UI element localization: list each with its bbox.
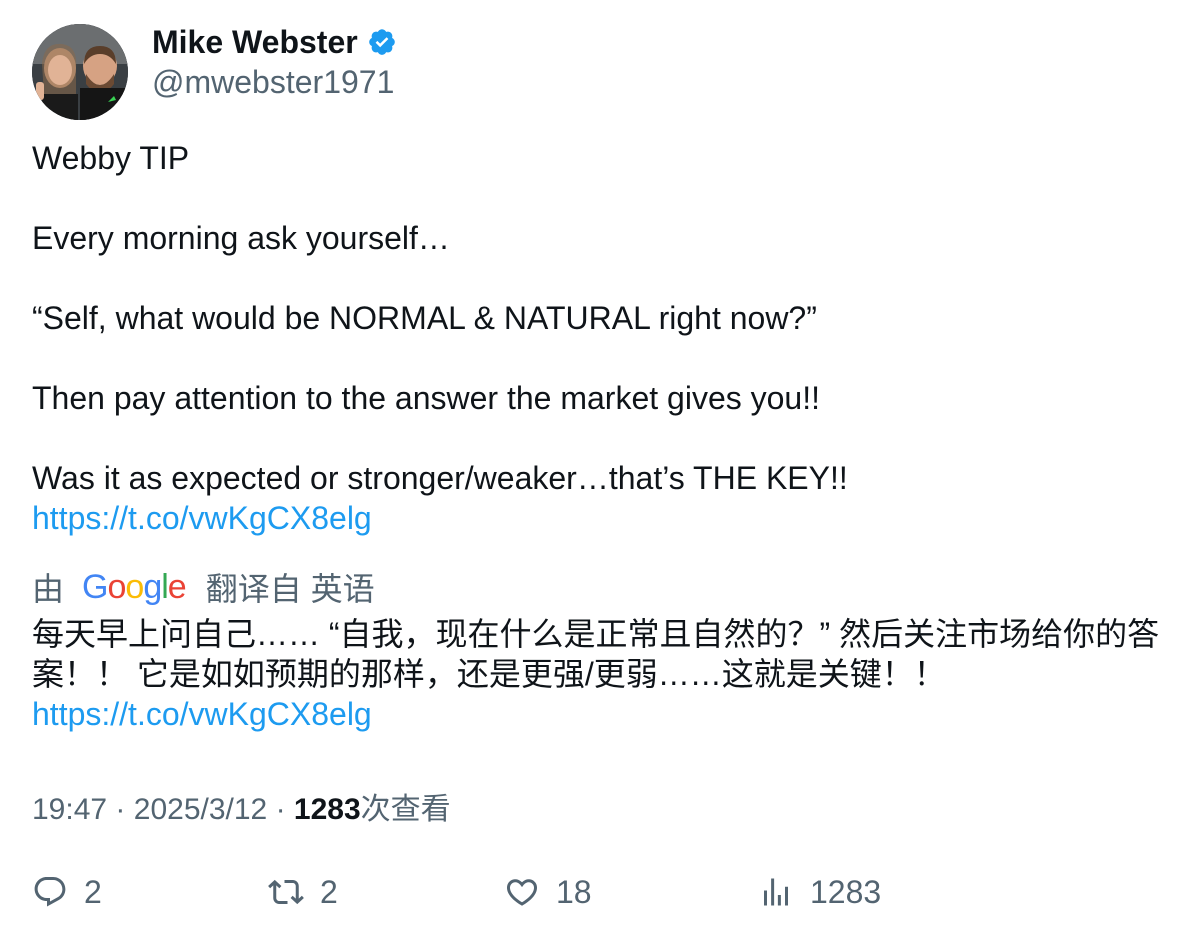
tweet-text: Webby TIP Every morning ask yourself… “S… bbox=[32, 138, 1162, 538]
reply-button[interactable]: 2 bbox=[32, 866, 102, 918]
author-name-row[interactable]: Mike Webster bbox=[152, 22, 397, 62]
retweet-icon bbox=[268, 879, 304, 905]
tweet-line: Webby TIP bbox=[32, 140, 190, 176]
google-logo: Google bbox=[82, 567, 187, 606]
translation-suffix: 翻译自 英语 bbox=[205, 571, 375, 607]
translation-attribution: 由 Google 翻译自 英语 bbox=[32, 566, 375, 608]
like-count: 18 bbox=[556, 873, 592, 910]
author-handle[interactable]: @mwebster1971 bbox=[152, 64, 394, 101]
translation-link[interactable]: https://t.co/vwKgCX8elg bbox=[32, 696, 372, 732]
avatar[interactable] bbox=[32, 24, 128, 120]
analytics-icon bbox=[764, 878, 788, 906]
tweet-line: Every morning ask yourself… bbox=[32, 220, 450, 256]
tweet-date[interactable]: 2025/3/12 bbox=[134, 793, 267, 826]
retweet-button[interactable]: 2 bbox=[268, 866, 338, 918]
translation-text: 每天早上问自己…… “自我，现在什么是正常且自然的？” 然后关注市场给你的答案！… bbox=[32, 616, 1160, 692]
tweet-line: “Self, what would be NORMAL & NATURAL ri… bbox=[32, 300, 817, 336]
tweet-meta: 19:47 · 2025/3/12 · 1283次查看 bbox=[32, 784, 451, 828]
reply-icon bbox=[34, 877, 66, 907]
translation-prefix: 由 bbox=[32, 571, 65, 607]
views-button[interactable]: 1283 bbox=[758, 866, 881, 918]
views-count: 1283 bbox=[293, 793, 361, 826]
meta-separator: · bbox=[115, 793, 126, 826]
meta-separator: · bbox=[275, 793, 286, 826]
tweet-line: Then pay attention to the answer the mar… bbox=[32, 380, 820, 416]
action-bar: 2 2 18 1283 bbox=[32, 866, 1162, 918]
tweet-line: Was it as expected or stronger/weaker…th… bbox=[32, 460, 848, 496]
views-label: 次查看 bbox=[360, 793, 451, 826]
tweet-time[interactable]: 19:47 bbox=[32, 793, 107, 826]
views-action-count: 1283 bbox=[810, 873, 882, 910]
translation-text-block: 每天早上问自己…… “自我，现在什么是正常且自然的？” 然后关注市场给你的答案！… bbox=[32, 614, 1172, 734]
verified-badge-icon[interactable] bbox=[367, 27, 397, 57]
reply-count: 2 bbox=[84, 873, 102, 910]
heart-icon bbox=[506, 879, 538, 906]
tweet-link[interactable]: https://t.co/vwKgCX8elg bbox=[32, 500, 372, 536]
author-display-name[interactable]: Mike Webster bbox=[152, 24, 358, 61]
retweet-count: 2 bbox=[320, 873, 338, 910]
like-button[interactable]: 18 bbox=[504, 866, 592, 918]
